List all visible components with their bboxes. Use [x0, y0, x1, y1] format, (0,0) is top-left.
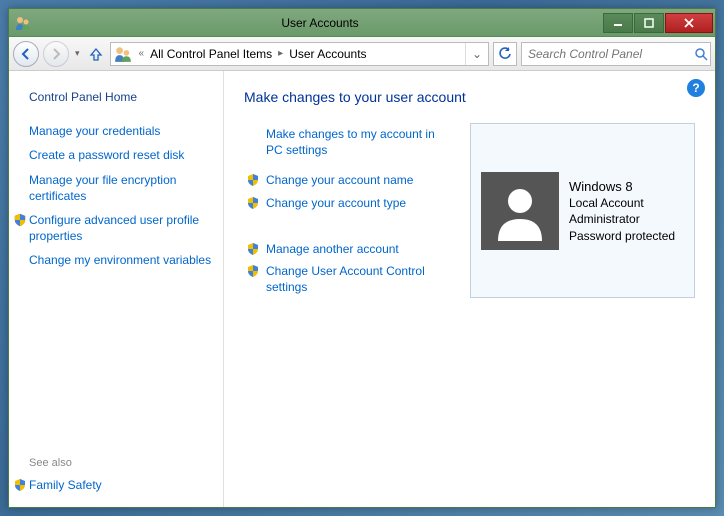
- content-area: ? Control Panel Home Manage your credent…: [9, 71, 715, 507]
- account-info: Windows 8 Local Account Administrator Pa…: [569, 178, 675, 244]
- breadcrumb-overflow-icon[interactable]: «: [135, 48, 149, 59]
- sidebar-manage-credentials[interactable]: Manage your credentials: [9, 119, 223, 143]
- minimize-button[interactable]: [603, 13, 633, 33]
- link-label: Change User Account Control settings: [266, 263, 454, 295]
- close-button[interactable]: [665, 13, 713, 33]
- window-controls: [603, 13, 713, 33]
- recent-locations-dropdown[interactable]: ▾: [73, 48, 82, 59]
- sidebar-password-reset-disk[interactable]: Create a password reset disk: [9, 143, 223, 167]
- account-actions: Make changes to my account in PC setting…: [244, 123, 454, 298]
- search-icon[interactable]: [691, 47, 710, 61]
- search-box: [521, 42, 711, 66]
- shield-icon: [13, 213, 27, 227]
- navigation-bar: ▾ « All Control Panel Items ▸ User Accou…: [9, 37, 715, 71]
- shield-icon: [246, 242, 260, 256]
- account-pw-status: Password protected: [569, 228, 675, 244]
- sidebar-file-encryption[interactable]: Manage your file encryption certificates: [9, 168, 223, 208]
- breadcrumb-item-user-accounts[interactable]: User Accounts: [287, 47, 368, 61]
- window-title: User Accounts: [37, 16, 603, 30]
- sidebar: Control Panel Home Manage your credentia…: [9, 71, 224, 507]
- avatar: [481, 172, 559, 250]
- account-card: Windows 8 Local Account Administrator Pa…: [470, 123, 695, 298]
- maximize-button[interactable]: [634, 13, 664, 33]
- main-panel: Make changes to your user account Make c…: [224, 71, 715, 507]
- link-manage-another[interactable]: Manage another account: [244, 238, 454, 260]
- shield-icon: [246, 173, 260, 187]
- user-accounts-window: User Accounts ▾ « All Control Panel Item…: [8, 8, 716, 508]
- sidebar-item-label: Configure advanced user profile properti…: [29, 212, 213, 244]
- link-pc-settings[interactable]: Make changes to my account in PC setting…: [244, 123, 454, 161]
- account-type: Local Account: [569, 195, 675, 211]
- link-uac-settings[interactable]: Change User Account Control settings: [244, 260, 454, 298]
- account-role: Administrator: [569, 211, 675, 227]
- search-input[interactable]: [522, 47, 691, 61]
- sidebar-advanced-profile[interactable]: Configure advanced user profile properti…: [9, 208, 223, 248]
- see-also-label: See also: [9, 453, 223, 473]
- titlebar: User Accounts: [9, 9, 715, 37]
- link-change-type[interactable]: Change your account type: [244, 192, 454, 214]
- breadcrumb-dropdown[interactable]: ⌄: [465, 43, 488, 65]
- shield-icon: [13, 478, 27, 492]
- breadcrumb[interactable]: « All Control Panel Items ▸ User Account…: [110, 42, 489, 66]
- up-button[interactable]: [86, 44, 106, 64]
- account-name: Windows 8: [569, 178, 675, 196]
- refresh-button[interactable]: [493, 42, 517, 66]
- shield-icon: [246, 264, 260, 278]
- link-label: Manage another account: [266, 241, 399, 257]
- link-label: Change your account name: [266, 172, 413, 188]
- back-button[interactable]: [13, 41, 39, 67]
- breadcrumb-separator-icon: ▸: [274, 48, 287, 59]
- link-label: Change your account type: [266, 195, 406, 211]
- page-heading: Make changes to your user account: [244, 89, 695, 105]
- breadcrumb-icon: [114, 45, 132, 63]
- sidebar-item-label: Family Safety: [29, 477, 102, 493]
- breadcrumb-item-control-panel[interactable]: All Control Panel Items: [148, 47, 274, 61]
- control-panel-home-link[interactable]: Control Panel Home: [9, 85, 223, 109]
- sidebar-family-safety[interactable]: Family Safety: [9, 473, 223, 497]
- app-icon: [15, 15, 31, 31]
- shield-icon: [246, 196, 260, 210]
- sidebar-env-variables[interactable]: Change my environment variables: [9, 248, 223, 272]
- link-change-name[interactable]: Change your account name: [244, 169, 454, 191]
- forward-button[interactable]: [43, 41, 69, 67]
